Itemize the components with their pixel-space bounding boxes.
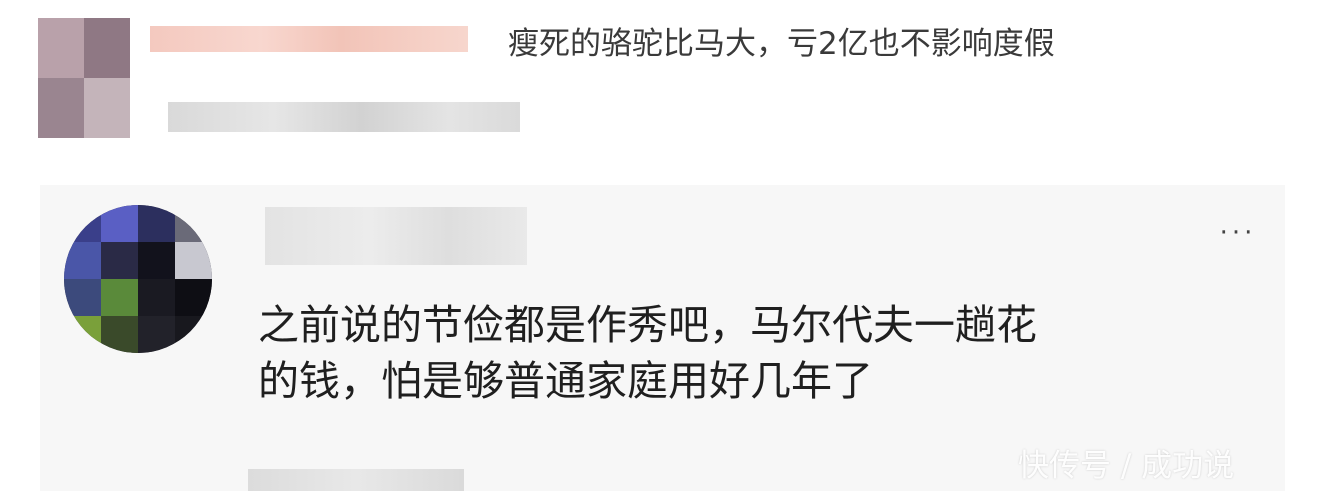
comment-text-line-2: 的钱，怕是够普通家庭用好几年了 — [258, 357, 873, 405]
comment-meta-blurred — [168, 102, 520, 132]
watermark: 快传号 / 成功说 — [1018, 448, 1235, 484]
comment-item-1: 瘦死的骆驼比马大，亏2亿也不影响度假 — [0, 0, 1339, 175]
more-options-icon[interactable]: ··· — [1212, 220, 1264, 246]
avatar[interactable] — [64, 205, 212, 353]
comment-text: 之前说的节俭都是作秀吧，马尔代夫一趟花 的钱，怕是够普通家庭用好几年了 — [258, 297, 1258, 409]
avatar[interactable] — [38, 18, 130, 138]
comment-text-line-1: 之前说的节俭都是作秀吧，马尔代夫一趟花 — [258, 301, 1037, 349]
username-blurred[interactable] — [265, 207, 527, 265]
comment-item-2: ··· 之前说的节俭都是作秀吧，马尔代夫一趟花 的钱，怕是够普通家庭用好几年了 — [40, 185, 1285, 491]
comment-text: 瘦死的骆驼比马大，亏2亿也不影响度假 — [508, 26, 1055, 62]
username-blurred[interactable] — [150, 26, 468, 52]
comment-actions-blurred — [248, 469, 464, 491]
